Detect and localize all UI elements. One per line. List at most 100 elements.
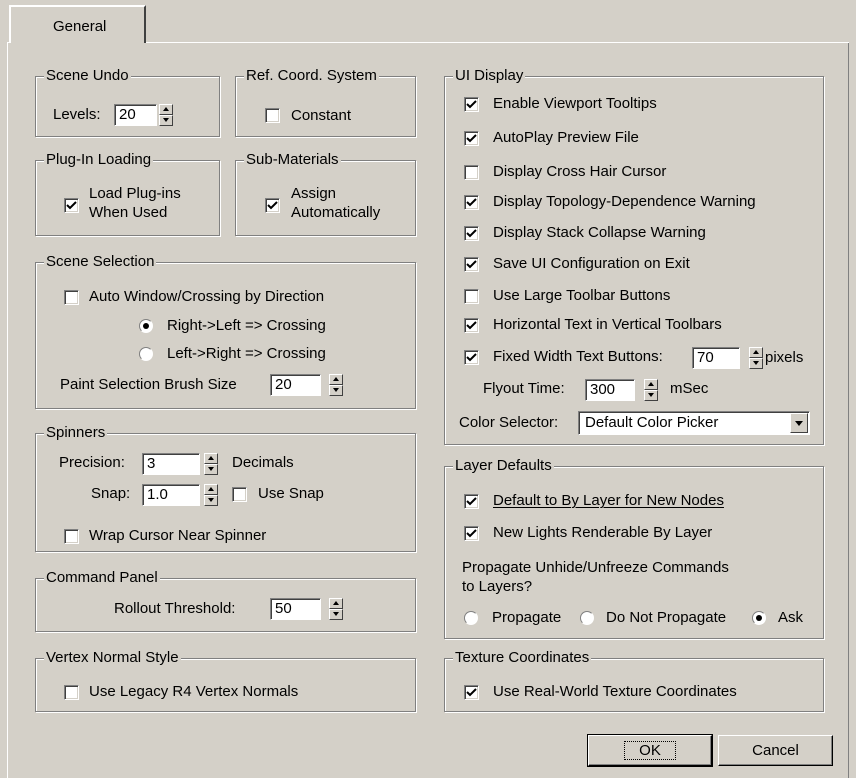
- check-icon: [466, 260, 477, 269]
- spinner-up-arrow-icon[interactable]: [329, 598, 343, 609]
- chevron-down-icon[interactable]: [790, 413, 808, 433]
- spinner-down-arrow-icon[interactable]: [204, 495, 218, 506]
- color-selector-dropdown[interactable]: Default Color Picker: [578, 411, 810, 435]
- flyout-time-spinner[interactable]: [644, 379, 658, 401]
- spinner-down-arrow-icon[interactable]: [329, 385, 343, 396]
- radio-left-right[interactable]: [139, 347, 153, 361]
- radio-propagate[interactable]: [464, 611, 478, 625]
- spinner-up-arrow-icon[interactable]: [204, 484, 218, 495]
- radio-do-not-propagate[interactable]: [580, 611, 594, 625]
- spinner-down-arrow-icon[interactable]: [749, 358, 763, 369]
- texture-coords-title: Texture Coordinates: [453, 649, 592, 667]
- legacy-normals-label: Use Legacy R4 Vertex Normals: [89, 683, 299, 700]
- wrap-cursor-checkbox[interactable]: [64, 529, 79, 544]
- rollout-threshold-spinner[interactable]: [329, 598, 343, 620]
- scene-selection-group: Scene Selection Auto Window/Crossing by …: [35, 253, 416, 409]
- auto-window-checkbox[interactable]: [64, 290, 79, 305]
- ui-display-title: UI Display: [453, 67, 526, 85]
- check-icon: [466, 529, 477, 538]
- check-icon: [66, 201, 77, 210]
- assign-label-line1: Assign: [291, 185, 337, 202]
- large-toolbar-buttons-checkbox[interactable]: [464, 289, 479, 304]
- levels-spinner[interactable]: [159, 104, 173, 126]
- real-world-coords-checkbox[interactable]: [464, 685, 479, 700]
- spinner-down-arrow-icon[interactable]: [644, 390, 658, 401]
- horizontal-text-checkbox[interactable]: [464, 318, 479, 333]
- spinner-down-arrow-icon[interactable]: [329, 609, 343, 620]
- check-icon: [466, 198, 477, 207]
- brush-size-spinner[interactable]: [329, 374, 343, 396]
- color-selector-label: Color Selector:: [459, 414, 559, 431]
- propagate-question-line1: Propagate Unhide/Unfreeze Commands: [462, 559, 729, 576]
- precision-spinner[interactable]: [204, 453, 218, 475]
- topology-warning-label: Display Topology-Dependence Warning: [493, 193, 756, 210]
- fixed-width-label: Fixed Width Text Buttons:: [493, 348, 663, 365]
- rollout-threshold-field[interactable]: 50: [270, 598, 321, 620]
- ok-button-label: OK: [624, 741, 676, 760]
- default-bylayer-checkbox[interactable]: [464, 494, 479, 509]
- decimals-label: Decimals: [232, 454, 294, 471]
- plugin-loading-group: Plug-In Loading Load Plug-ins When Used: [35, 151, 220, 236]
- spinner-down-arrow-icon[interactable]: [204, 464, 218, 475]
- fixed-width-field[interactable]: 70: [692, 347, 740, 369]
- flyout-time-label: Flyout Time:: [483, 380, 565, 397]
- autoplay-preview-checkbox[interactable]: [464, 131, 479, 146]
- precision-label: Precision:: [59, 454, 125, 471]
- lights-renderable-checkbox[interactable]: [464, 526, 479, 541]
- check-icon: [466, 353, 477, 362]
- assign-automatically-checkbox[interactable]: [265, 198, 280, 213]
- topology-warning-checkbox[interactable]: [464, 195, 479, 210]
- check-icon: [466, 321, 477, 330]
- spinner-up-arrow-icon[interactable]: [204, 453, 218, 464]
- ref-coord-title: Ref. Coord. System: [244, 67, 379, 85]
- legacy-normals-checkbox[interactable]: [64, 685, 79, 700]
- snap-field[interactable]: 1.0: [142, 484, 200, 506]
- cross-hair-cursor-label: Display Cross Hair Cursor: [493, 163, 667, 180]
- ui-display-group: UI Display Enable Viewport Tooltips Auto…: [444, 67, 824, 445]
- cancel-button[interactable]: Cancel: [718, 735, 833, 766]
- load-plugins-label-line1: Load Plug-ins: [89, 185, 181, 202]
- cancel-button-label: Cancel: [752, 742, 799, 759]
- spinner-up-arrow-icon[interactable]: [329, 374, 343, 385]
- constant-label: Constant: [291, 107, 352, 124]
- flyout-time-field[interactable]: 300: [585, 379, 635, 401]
- ok-button[interactable]: OK: [587, 734, 713, 767]
- radio-right-left[interactable]: [139, 319, 153, 333]
- sub-materials-title: Sub-Materials: [244, 151, 341, 169]
- snap-spinner[interactable]: [204, 484, 218, 506]
- check-icon: [267, 201, 278, 210]
- spinner-up-arrow-icon[interactable]: [749, 347, 763, 358]
- vertex-normal-title: Vertex Normal Style: [44, 649, 181, 667]
- save-ui-config-label: Save UI Configuration on Exit: [493, 255, 690, 272]
- vertex-normal-group: Vertex Normal Style Use Legacy R4 Vertex…: [35, 649, 416, 712]
- load-plugins-checkbox[interactable]: [64, 198, 79, 213]
- texture-coords-group: Texture Coordinates Use Real-World Textu…: [444, 649, 824, 712]
- brush-size-field[interactable]: 20: [270, 374, 321, 396]
- large-toolbar-buttons-label: Use Large Toolbar Buttons: [493, 287, 671, 304]
- layer-defaults-title: Layer Defaults: [453, 457, 554, 475]
- enable-viewport-tooltips-checkbox[interactable]: [464, 97, 479, 112]
- command-panel-group: Command Panel Rollout Threshold: 50: [35, 569, 416, 632]
- save-ui-config-checkbox[interactable]: [464, 257, 479, 272]
- constant-checkbox[interactable]: [265, 108, 280, 123]
- assign-label-line2: Automatically: [291, 204, 381, 221]
- layer-defaults-group: Layer Defaults Default to By Layer for N…: [444, 457, 824, 639]
- spinners-title: Spinners: [44, 424, 108, 442]
- fixed-width-spinner[interactable]: [749, 347, 763, 369]
- levels-field[interactable]: 20: [114, 104, 157, 126]
- tab-general[interactable]: General: [9, 5, 146, 43]
- brush-size-label: Paint Selection Brush Size: [60, 376, 237, 393]
- msec-label: mSec: [670, 380, 709, 397]
- spinner-down-arrow-icon[interactable]: [159, 115, 173, 126]
- stack-collapse-warning-checkbox[interactable]: [464, 226, 479, 241]
- use-snap-checkbox[interactable]: [232, 487, 247, 502]
- radio-ask[interactable]: [752, 611, 766, 625]
- enable-viewport-tooltips-label: Enable Viewport Tooltips: [493, 95, 657, 112]
- spinner-up-arrow-icon[interactable]: [159, 104, 173, 115]
- command-panel-title: Command Panel: [44, 569, 160, 587]
- fixed-width-checkbox[interactable]: [464, 350, 479, 365]
- spinner-up-arrow-icon[interactable]: [644, 379, 658, 390]
- cross-hair-cursor-checkbox[interactable]: [464, 165, 479, 180]
- radio-do-not-propagate-label: Do Not Propagate: [606, 609, 727, 626]
- precision-field[interactable]: 3: [142, 453, 200, 475]
